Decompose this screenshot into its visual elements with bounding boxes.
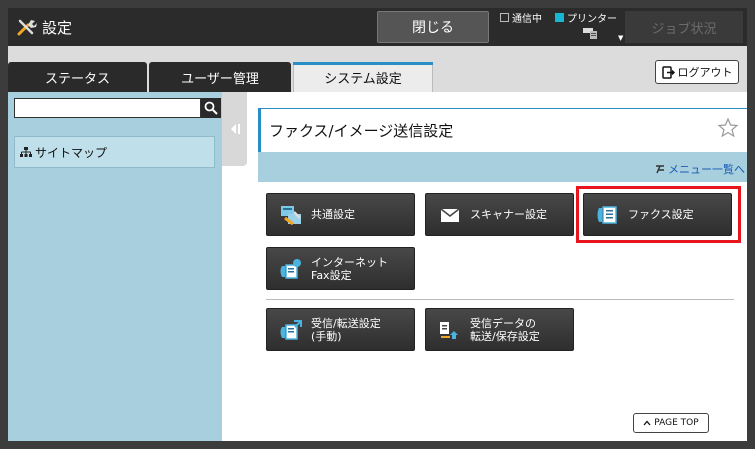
sidebar: サイトマップ <box>8 92 222 441</box>
search-input[interactable] <box>14 98 202 118</box>
printer-label: プリンター <box>567 13 617 25</box>
receive-forward-icon <box>280 319 302 340</box>
receive-forward-settings-button[interactable]: 受信/転送設定 (手動) <box>266 308 415 351</box>
internet-fax-icon <box>280 258 301 279</box>
common-settings-button[interactable]: 共通設定 <box>266 193 415 236</box>
logout-icon <box>661 65 675 79</box>
settings-title: 設定 <box>16 16 72 38</box>
page-top-label: PAGE TOP <box>654 418 699 428</box>
page-title-text: ファクス/イメージ送信設定 <box>269 122 454 140</box>
header-title-text: 設定 <box>42 18 73 37</box>
close-button[interactable]: 閉じる <box>377 11 489 43</box>
search-icon <box>204 101 218 115</box>
logout-label: ログアウト <box>677 66 733 79</box>
receive-data-settings-button[interactable]: 受信データの 転送/保存設定 <box>425 308 574 351</box>
sitemap-icon <box>20 146 32 157</box>
printer-icon <box>583 28 597 39</box>
device-frame: 設定 閉じる 通信中 プリンター ▼ ジョブ状況 ステータス ユーザー管理 シス… <box>0 0 755 449</box>
printer-indicator <box>555 12 564 22</box>
main-panel: ファクス/イメージ送信設定 メニュー一覧へ 共通設定 スキャナー設定 ファクス設… <box>258 108 747 441</box>
sidebar-collapse-button[interactable] <box>222 92 247 166</box>
fax-settings-highlight <box>576 186 741 243</box>
page-title: ファクス/イメージ送信設定 <box>258 108 747 152</box>
wrench-icon <box>17 19 37 36</box>
search-button[interactable] <box>201 98 221 118</box>
scanner-envelope-icon <box>440 207 460 222</box>
status-printer: プリンター <box>555 10 617 25</box>
logout-button[interactable]: ログアウト <box>655 60 739 84</box>
internet-fax-settings-button[interactable]: インターネット Fax設定 <box>266 247 415 290</box>
chevron-up-icon <box>643 420 651 426</box>
star-icon[interactable] <box>717 117 739 139</box>
job-status-button[interactable]: ジョブ状況 <box>625 11 743 43</box>
common-settings-icon <box>281 205 301 225</box>
sitemap-label: サイトマップ <box>35 145 108 160</box>
status-comm: 通信中 <box>500 10 542 25</box>
internet-fax-settings-label: インターネット Fax設定 <box>311 255 388 282</box>
section-divider <box>266 299 734 300</box>
sitemap-link[interactable]: サイトマップ <box>14 136 215 168</box>
receive-data-settings-label: 受信データの 転送/保存設定 <box>470 316 540 343</box>
collapse-icon <box>230 124 240 134</box>
receive-data-icon <box>440 321 458 339</box>
receive-forward-settings-label: 受信/転送設定 (手動) <box>311 316 381 343</box>
common-settings-label: 共通設定 <box>311 208 355 221</box>
menu-bar: メニュー一覧へ <box>258 152 747 182</box>
menu-list-link[interactable]: メニュー一覧へ <box>655 161 745 177</box>
top-bar: 設定 閉じる 通信中 プリンター ▼ ジョブ状況 <box>8 8 747 46</box>
content-area: サイトマップ ファクス/イメージ送信設定 メニュー一覧へ 共通設定 スキャナー設… <box>8 92 747 441</box>
status-area[interactable]: 通信中 プリンター ▼ <box>500 10 624 44</box>
active-tab-indicator <box>293 62 433 65</box>
sidebar-search <box>14 98 221 118</box>
tab-system-settings[interactable]: システム設定 <box>293 62 433 92</box>
scanner-settings-button[interactable]: スキャナー設定 <box>425 193 574 236</box>
printer-dropdown-caret: ▼ <box>618 34 624 42</box>
scanner-settings-label: スキャナー設定 <box>470 208 547 221</box>
tab-user-management[interactable]: ユーザー管理 <box>149 62 291 92</box>
page-top-button[interactable]: PAGE TOP <box>633 413 709 433</box>
comm-label: 通信中 <box>512 13 542 25</box>
menu-list-label: メニュー一覧へ <box>668 163 745 176</box>
tab-status[interactable]: ステータス <box>8 62 147 92</box>
menu-list-icon <box>656 165 664 174</box>
comm-indicator <box>500 12 509 22</box>
screen: 設定 閉じる 通信中 プリンター ▼ ジョブ状況 ステータス ユーザー管理 シス… <box>8 8 747 441</box>
